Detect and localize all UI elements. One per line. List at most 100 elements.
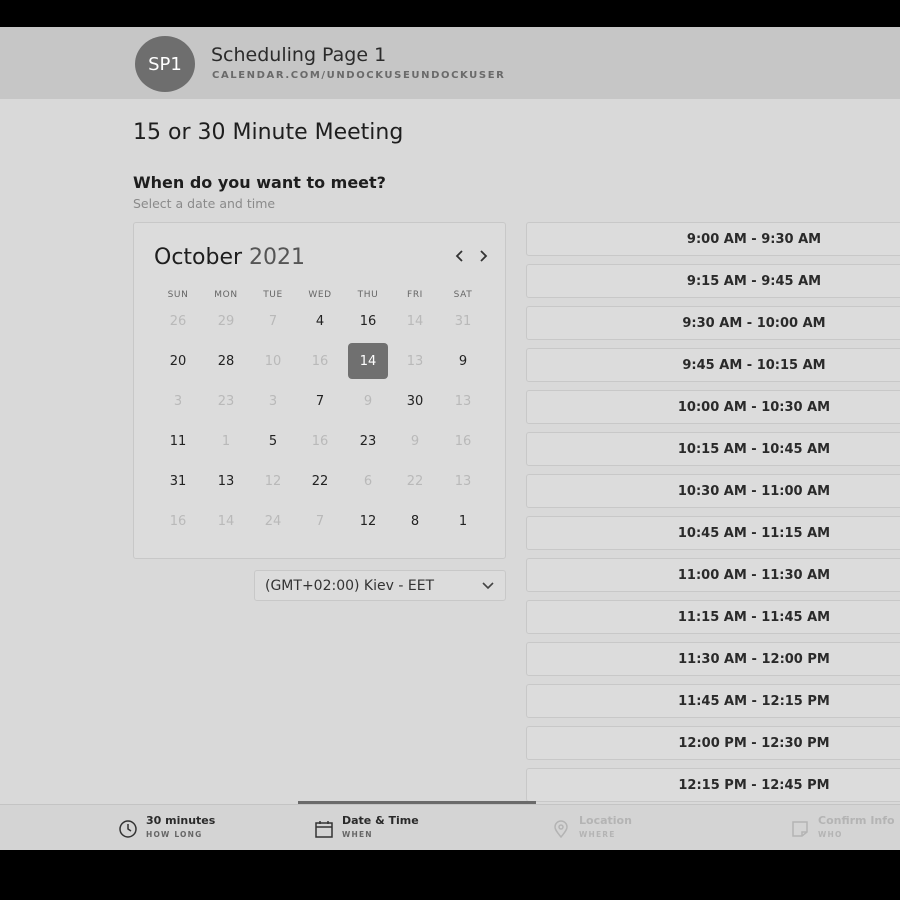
calendar-day-selected[interactable]: 14 bbox=[348, 343, 388, 379]
calendar-day: 7 bbox=[315, 513, 325, 529]
weekday-label: WED bbox=[308, 290, 332, 300]
meeting-title: 15 or 30 Minute Meeting bbox=[133, 120, 404, 145]
calendar-day: 12 bbox=[264, 473, 282, 489]
weekday-label: MON bbox=[214, 290, 238, 300]
step-label: Date & Time bbox=[342, 814, 419, 827]
calendar-day[interactable]: 13 bbox=[206, 463, 246, 499]
time-slot-button[interactable]: 11:30 AM - 12:00 PM bbox=[526, 642, 900, 676]
calendar-day: 13 bbox=[406, 353, 424, 369]
calendar-day: 9 bbox=[363, 393, 373, 409]
calendar-day[interactable]: 20 bbox=[158, 343, 198, 379]
time-slot-button[interactable]: 10:00 AM - 10:30 AM bbox=[526, 390, 900, 424]
time-slot-label: 10:30 AM - 11:00 AM bbox=[677, 484, 831, 499]
calendar-day[interactable]: 22 bbox=[300, 463, 340, 499]
time-slot-button[interactable]: 11:45 AM - 12:15 PM bbox=[526, 684, 900, 718]
calendar-day[interactable]: 9 bbox=[443, 343, 483, 379]
time-slot-button[interactable]: 9:00 AM - 9:30 AM bbox=[526, 222, 900, 256]
step-when[interactable]: Date & Time WHEN bbox=[314, 814, 434, 844]
time-slot-button[interactable]: 11:15 AM - 11:45 AM bbox=[526, 600, 900, 634]
time-slot-button[interactable]: 9:15 AM - 9:45 AM bbox=[526, 264, 900, 298]
calendar-day: 3 bbox=[268, 393, 278, 409]
time-slot-button[interactable]: 12:15 PM - 12:45 PM bbox=[526, 768, 900, 802]
weekday-label: SUN bbox=[167, 290, 189, 300]
calendar-day[interactable]: 8 bbox=[395, 503, 435, 539]
time-slot-label: 9:45 AM - 10:15 AM bbox=[682, 358, 826, 373]
calendar-day: 10 bbox=[264, 353, 282, 369]
step-where: Location WHERE bbox=[551, 814, 671, 844]
calendar-day[interactable]: 1 bbox=[443, 503, 483, 539]
calendar-day: 6 bbox=[363, 473, 373, 489]
page-name: Scheduling Page 1 bbox=[211, 44, 387, 66]
calendar-day[interactable]: 4 bbox=[300, 303, 340, 339]
weekday-label: TUE bbox=[263, 290, 283, 300]
calendar-day: 23 bbox=[217, 393, 235, 409]
calendar-day: 16 bbox=[454, 433, 472, 449]
step-sublabel: WHERE bbox=[579, 830, 616, 839]
time-slot-button[interactable]: 9:30 AM - 10:00 AM bbox=[526, 306, 900, 340]
step-footer: 30 minutes HOW LONG Date & Time WHEN Locatio… bbox=[0, 804, 900, 850]
chevron-left-icon[interactable] bbox=[454, 247, 466, 268]
step-sublabel: WHO bbox=[818, 830, 843, 839]
timezone-select[interactable]: (GMT+02:00) Kiev - EET bbox=[254, 570, 506, 601]
calendar-day[interactable]: 30 bbox=[395, 383, 435, 419]
calendar-day[interactable]: 12 bbox=[348, 503, 388, 539]
time-slot-label: 11:30 AM - 12:00 PM bbox=[678, 652, 830, 667]
calendar-day[interactable]: 7 bbox=[300, 383, 340, 419]
calendar-day: 14 bbox=[406, 313, 424, 329]
time-slot-label: 10:00 AM - 10:30 AM bbox=[677, 400, 831, 415]
calendar-day: 16 bbox=[169, 513, 187, 529]
calendar-icon bbox=[314, 819, 334, 843]
time-slot-label: 9:30 AM - 10:00 AM bbox=[682, 316, 826, 331]
header: SP1 Scheduling Page 1 CALENDAR.COM/UNDOC… bbox=[0, 27, 900, 99]
calendar-day: 1 bbox=[221, 433, 231, 449]
calendar-day[interactable]: 16 bbox=[348, 303, 388, 339]
calendar-day: 22 bbox=[406, 473, 424, 489]
calendar-day: 13 bbox=[454, 473, 472, 489]
time-slot-button[interactable]: 10:30 AM - 11:00 AM bbox=[526, 474, 900, 508]
weekday-label: FRI bbox=[407, 290, 423, 300]
time-slot-label: 11:15 AM - 11:45 AM bbox=[677, 610, 831, 625]
time-slot-label: 11:45 AM - 12:15 PM bbox=[678, 694, 830, 709]
chevron-down-icon bbox=[481, 579, 495, 595]
timezone-value: (GMT+02:00) Kiev - EET bbox=[265, 577, 435, 594]
calendar-day: 7 bbox=[268, 313, 278, 329]
time-slot-label: 11:00 AM - 11:30 AM bbox=[677, 568, 831, 583]
calendar-day[interactable]: 28 bbox=[206, 343, 246, 379]
when-question: When do you want to meet? bbox=[133, 173, 386, 192]
time-slot-label: 10:45 AM - 11:15 AM bbox=[677, 526, 831, 541]
map-pin-icon bbox=[551, 819, 571, 843]
calendar-day[interactable]: 23 bbox=[348, 423, 388, 459]
chevron-right-icon[interactable] bbox=[477, 247, 489, 268]
note-icon bbox=[790, 819, 810, 843]
time-slot-label: 12:15 PM - 12:45 PM bbox=[678, 778, 830, 793]
select-date-hint: Select a date and time bbox=[133, 196, 276, 211]
month-title: October 2021 bbox=[154, 245, 305, 270]
weekday-label: SAT bbox=[453, 290, 473, 300]
clock-icon bbox=[118, 819, 138, 843]
calendar-day: 13 bbox=[454, 393, 472, 409]
date-picker: October 2021 SUN MON TUE WED THU FRI SAT 26 29 7 4… bbox=[133, 222, 506, 559]
calendar-day[interactable]: 5 bbox=[253, 423, 293, 459]
calendar-day: 29 bbox=[217, 313, 235, 329]
page-url[interactable]: CALENDAR.COM/UNDOCKUSEUNDOCKUSER bbox=[212, 70, 505, 81]
calendar-day[interactable]: 31 bbox=[158, 463, 198, 499]
time-slot-label: 9:15 AM - 9:45 AM bbox=[686, 274, 822, 289]
time-slot-button[interactable]: 12:00 PM - 12:30 PM bbox=[526, 726, 900, 760]
weekday-label: THU bbox=[357, 290, 379, 300]
calendar-day: 26 bbox=[169, 313, 187, 329]
time-slot-label: 9:00 AM - 9:30 AM bbox=[686, 232, 822, 247]
calendar-day: 14 bbox=[217, 513, 235, 529]
step-who: Confirm Info WHO bbox=[790, 814, 900, 844]
time-slot-label: 10:15 AM - 10:45 AM bbox=[677, 442, 831, 457]
calendar-day[interactable]: 11 bbox=[158, 423, 198, 459]
time-slot-button[interactable]: 9:45 AM - 10:15 AM bbox=[526, 348, 900, 382]
time-slot-label: 12:00 PM - 12:30 PM bbox=[678, 736, 830, 751]
calendar-day: 9 bbox=[410, 433, 420, 449]
year: 2021 bbox=[249, 245, 306, 270]
calendar-day: 16 bbox=[311, 353, 329, 369]
time-slot-button[interactable]: 10:15 AM - 10:45 AM bbox=[526, 432, 900, 466]
step-how-long[interactable]: 30 minutes HOW LONG bbox=[118, 814, 238, 844]
time-slot-button[interactable]: 11:00 AM - 11:30 AM bbox=[526, 558, 900, 592]
time-slot-button[interactable]: 10:45 AM - 11:15 AM bbox=[526, 516, 900, 550]
step-label: 30 minutes bbox=[146, 814, 216, 827]
